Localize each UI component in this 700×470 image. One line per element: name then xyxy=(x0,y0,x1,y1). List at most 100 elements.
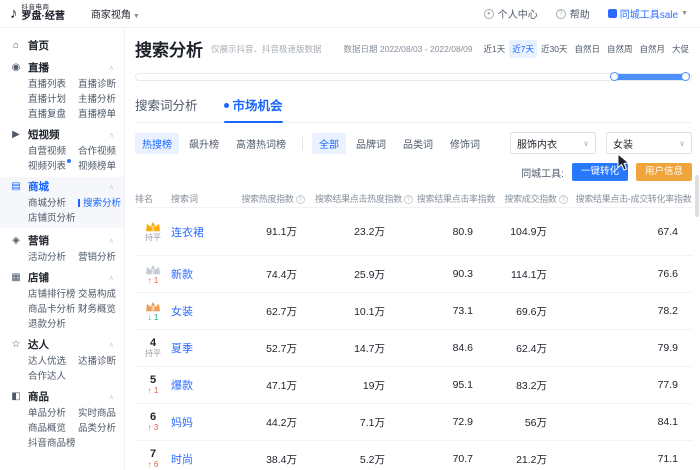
sidebar-item-直播计划[interactable]: 直播计划 xyxy=(28,92,78,107)
info-icon[interactable]: ? xyxy=(558,194,568,204)
slider-handle-left[interactable] xyxy=(610,72,619,81)
sidebar-item-退款分析[interactable]: 退款分析 xyxy=(28,317,78,332)
sidebar-item-label: 营销分析 xyxy=(78,252,117,263)
slider-handle-right[interactable] xyxy=(681,72,690,81)
personal-center-link[interactable]: ● 个人中心 xyxy=(483,6,538,21)
range-pill-自然周[interactable]: 自然周 xyxy=(604,40,636,58)
sidebar-item-品类分析[interactable]: 品类分析 xyxy=(78,421,124,436)
sidebar-item-合作视频[interactable]: 合作视频 xyxy=(78,144,124,159)
sidebar-item-直播列表[interactable]: 直播列表 xyxy=(28,77,78,92)
sidebar-item-营销分析[interactable]: 营销分析 xyxy=(78,250,124,265)
word-tab-修饰词[interactable]: 修饰词 xyxy=(443,133,487,154)
table-row[interactable]: 7 ↑ 6 时尚 38.4万 5.2万 70.7 21.2万 71.1 xyxy=(135,440,692,470)
sidebar-item-店铺页分析[interactable]: 店铺页分析 xyxy=(28,211,78,226)
sidebar-group-header-talent[interactable]: ☆ 达人 ∧ xyxy=(0,335,124,354)
range-pill-大促[interactable]: 大促 xyxy=(669,40,692,58)
rank-trend: ↑ 6 xyxy=(147,460,159,470)
sidebar-group-header-marketing[interactable]: ◈ 营销 ∧ xyxy=(0,231,124,250)
tab-搜索词分析[interactable]: 搜索词分析 xyxy=(135,95,198,122)
tab-市场机会[interactable]: 市场机会 xyxy=(223,95,283,123)
merchant-view-switch[interactable]: 商家视角 ▼ xyxy=(91,6,140,21)
sidebar-group-header-mall[interactable]: ▤ 商城 ∧ xyxy=(0,177,124,196)
table-row[interactable]: 6 ↑ 3 妈妈 44.2万 7.1万 72.9 56万 84.1 xyxy=(135,403,692,440)
keyword-link[interactable]: 女装 xyxy=(171,303,233,319)
date-range-slider[interactable] xyxy=(135,72,692,81)
metric-value: 95.1 xyxy=(452,379,473,391)
category-select-value: 服饰内衣 xyxy=(517,139,557,151)
tab-label: 搜索词分析 xyxy=(135,99,198,113)
sidebar-item-视频列表[interactable]: 视频列表 xyxy=(28,159,78,174)
sidebar-group-header-shop[interactable]: ▦ 店铺 ∧ xyxy=(0,268,124,287)
metric-value: 80.9 xyxy=(452,225,473,238)
column-header-搜索热度指数: 搜索热度指数? xyxy=(233,192,313,205)
sidebar-item-达播诊断[interactable]: 达播诊断 xyxy=(78,354,124,369)
sidebar-item-实时商品[interactable]: 实时商品 xyxy=(78,406,124,421)
sidebar-group-header-goods[interactable]: ◧ 商品 ∧ xyxy=(0,387,124,406)
sidebar-item-店铺排行榜[interactable]: 店铺排行榜 xyxy=(28,287,78,302)
chevron-down-icon: ▼ xyxy=(681,10,688,17)
sidebar-item-商城分析[interactable]: 商城分析 xyxy=(28,196,78,211)
slider-selected-range[interactable] xyxy=(610,72,690,81)
word-tab-品牌词[interactable]: 品牌词 xyxy=(349,133,393,154)
word-tab-品类词[interactable]: 品类词 xyxy=(396,133,440,154)
sidebar-item-商品概览[interactable]: 商品概览 xyxy=(28,421,78,436)
一键转化-button[interactable]: 一键转化 xyxy=(571,163,628,181)
table-row[interactable]: 3 ↓ 1 女装 62.7万 10.1万 73.1 69.6万 78.2 xyxy=(135,292,692,329)
sidebar-item-label: 抖音商品榜 xyxy=(28,438,76,449)
word-tab-全部[interactable]: 全部 xyxy=(312,132,346,154)
keyword-link[interactable]: 夏季 xyxy=(171,340,233,356)
sidebar-item-自营视频[interactable]: 自营视频 xyxy=(28,144,78,159)
rank-number: 7 xyxy=(149,448,157,461)
keyword-link[interactable]: 连衣裙 xyxy=(171,224,233,240)
page-header: 搜索分析 仅展示抖音、抖音极速版数据 数据日期 2022/08/03 - 202… xyxy=(135,36,692,61)
category-select[interactable]: 服饰内衣 ∨ xyxy=(510,132,596,154)
sidebar-item-财务概览[interactable]: 财务概览 xyxy=(78,302,124,317)
sidebar-group-label: 直播 xyxy=(28,62,49,74)
home-icon: ⌂ xyxy=(12,40,20,51)
keyword-link[interactable]: 妈妈 xyxy=(171,414,233,430)
sidebar-item-活动分析[interactable]: 活动分析 xyxy=(28,250,78,265)
sidebar-item-达人优选[interactable]: 达人优选 xyxy=(28,354,78,369)
rank-tab-高潜热词榜[interactable]: 高潜热词榜 xyxy=(229,133,293,154)
table-row[interactable]: 4 持平 夏季 52.7万 14.7万 84.6 62.4万 79.9 xyxy=(135,329,692,366)
table-row[interactable]: 5 ↑ 1 爆款 47.1万 19万 95.1 83.2万 77.9 xyxy=(135,366,692,403)
table-row[interactable]: 1 持平 连衣裙 91.1万 23.2万 80.9 104.9万 67.4 xyxy=(135,207,692,255)
range-pill-近1天[interactable]: 近1天 xyxy=(481,40,509,58)
range-pill-近7天[interactable]: 近7天 xyxy=(509,39,537,58)
sidebar-item-直播复盘[interactable]: 直播复盘 xyxy=(28,107,78,122)
sidebar-item-抖音商品榜[interactable]: 抖音商品榜 xyxy=(28,436,78,451)
help-link[interactable]: ? 帮助 xyxy=(555,6,590,21)
sidebar-item-交易构成[interactable]: 交易构成 xyxy=(78,287,124,302)
用户信息-button[interactable]: 用户信息 xyxy=(635,163,692,181)
subcategory-select[interactable]: 女装 ∨ xyxy=(606,132,692,154)
sidebar-item-视频榜单[interactable]: 视频榜单 xyxy=(78,159,124,174)
sidebar-group-header-home[interactable]: ⌂ 首页 xyxy=(0,36,124,55)
sidebar-group-header-video[interactable]: ▶ 短视频 ∧ xyxy=(0,125,124,144)
rank-tab-热搜榜[interactable]: 热搜榜 xyxy=(135,132,179,154)
keyword-link[interactable]: 时尚 xyxy=(171,451,233,467)
sidebar-item-商品卡分析[interactable]: 商品卡分析 xyxy=(28,302,78,317)
city-tools-link[interactable]: 同城工具sale ▼ xyxy=(607,6,688,21)
rank-cell: 6 ↑ 3 xyxy=(135,411,171,433)
sidebar-item-合作达人[interactable]: 合作达人 xyxy=(28,369,78,384)
range-pill-自然月[interactable]: 自然月 xyxy=(636,40,668,58)
range-pill-自然日[interactable]: 自然日 xyxy=(571,40,603,58)
info-icon[interactable]: ? xyxy=(295,194,305,204)
sidebar-group-goods: ◧ 商品 ∧ 单品分析 实时商品 商品概览 品类分析 抖音商品榜 xyxy=(0,387,124,451)
range-pill-近30天[interactable]: 近30天 xyxy=(538,40,570,58)
brand-logo[interactable]: ♪ 抖音电商 罗盘·经营 xyxy=(10,4,65,22)
column-header-label: 排名 xyxy=(135,193,154,204)
sidebar-item-主播分析[interactable]: 主播分析 xyxy=(78,92,124,107)
sidebar-item-搜索分析[interactable]: 搜索分析 xyxy=(78,196,124,211)
keyword-link[interactable]: 爆款 xyxy=(171,377,233,393)
sidebar-item-直播榜单[interactable]: 直播榜单 xyxy=(78,107,124,122)
sidebar-item-直播诊断[interactable]: 直播诊断 xyxy=(78,77,124,92)
sidebar-group-header-live[interactable]: ◉ 直播 ∧ xyxy=(0,58,124,77)
table-row[interactable]: 2 ↑ 1 新款 74.4万 25.9万 90.3 114.1万 76.6 xyxy=(135,255,692,292)
rank-tab-飙升榜[interactable]: 飙升榜 xyxy=(182,133,226,154)
data-date: 数据日期 2022/08/03 - 2022/08/09 xyxy=(343,43,472,55)
info-icon[interactable]: ? xyxy=(404,194,413,204)
scrollbar-thumb[interactable] xyxy=(695,175,699,217)
keyword-link[interactable]: 新款 xyxy=(171,266,233,282)
sidebar-item-单品分析[interactable]: 单品分析 xyxy=(28,406,78,421)
